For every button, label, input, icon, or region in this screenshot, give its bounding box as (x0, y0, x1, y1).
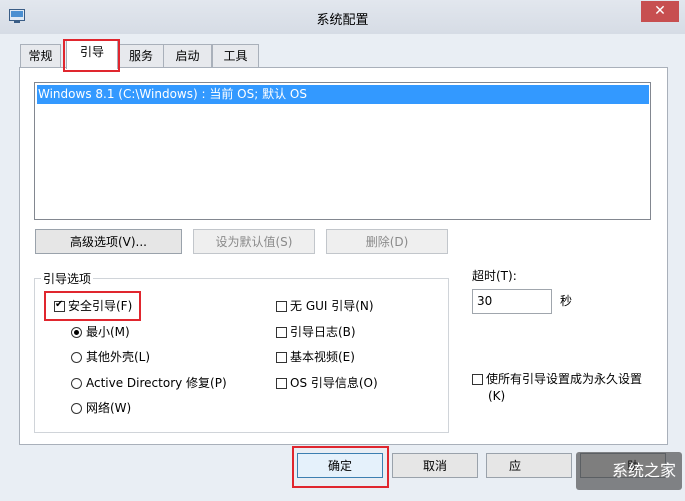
radio-minimal-label: 最小(M) (86, 325, 130, 339)
checkbox-icon (276, 378, 287, 389)
set-default-button[interactable]: 设为默认值(S) (193, 229, 315, 254)
boot-log-checkbox[interactable]: 引导日志(B) (276, 324, 356, 340)
base-video-label: 基本视频(E) (290, 350, 355, 364)
highlight-ok-button (292, 446, 389, 488)
cancel-button[interactable]: 取消 (392, 453, 478, 478)
timeout-unit: 秒 (560, 294, 573, 308)
os-boot-info-checkbox[interactable]: OS 引导信息(O) (276, 375, 378, 391)
radio-alternate-shell[interactable]: 其他外壳(L) (71, 349, 150, 365)
tab-services[interactable]: 服务 (118, 44, 164, 68)
timeout-label: 超时(T): (472, 269, 517, 283)
radio-active-directory-label: Active Directory 修复(P) (86, 376, 227, 390)
highlight-safe-boot (44, 291, 141, 321)
checkbox-icon (276, 352, 287, 363)
radio-minimal[interactable]: 最小(M) (71, 324, 130, 340)
radio-icon (71, 378, 82, 389)
advanced-options-button[interactable]: 高级选项(V)... (35, 229, 182, 254)
title-bar: 系统配置 ✕ (0, 0, 685, 34)
radio-selected-icon (71, 327, 82, 338)
watermark: 系统之家 (576, 452, 682, 490)
radio-alternate-shell-label: 其他外壳(L) (86, 350, 151, 364)
radio-active-directory[interactable]: Active Directory 修复(P) (71, 375, 227, 391)
radio-icon (71, 403, 82, 414)
close-icon: ✕ (654, 3, 666, 19)
checkbox-icon (472, 374, 483, 385)
window-title: 系统配置 (316, 13, 369, 28)
radio-icon (71, 352, 82, 363)
radio-network[interactable]: 网络(W) (71, 400, 131, 416)
highlight-boot-tab (63, 39, 120, 72)
boot-options-label: 引导选项 (41, 270, 94, 287)
make-permanent-label: 使所有引导设置成为永久设置 (486, 372, 643, 386)
tab-general[interactable]: 常规 (20, 44, 61, 68)
close-button[interactable]: ✕ (641, 1, 679, 22)
make-permanent-checkbox[interactable]: 使所有引导设置成为永久设置 (472, 371, 642, 387)
os-list[interactable]: Windows 8.1 (C:\Windows) : 当前 OS; 默认 OS (34, 82, 651, 220)
os-list-item[interactable]: Windows 8.1 (C:\Windows) : 当前 OS; 默认 OS (37, 85, 649, 104)
radio-network-label: 网络(W) (86, 401, 132, 415)
apply-button[interactable]: 应 (486, 453, 572, 478)
no-gui-boot-label: 无 GUI 引导(N) (290, 299, 374, 313)
base-video-checkbox[interactable]: 基本视频(E) (276, 349, 355, 365)
boot-log-label: 引导日志(B) (290, 325, 356, 339)
tab-startup[interactable]: 启动 (163, 44, 212, 68)
checkbox-icon (276, 327, 287, 338)
tab-tools[interactable]: 工具 (212, 44, 259, 68)
make-permanent-accel: (K) (488, 389, 506, 403)
delete-button[interactable]: 删除(D) (326, 229, 448, 254)
timeout-input[interactable]: 30 (472, 289, 552, 314)
checkbox-icon (276, 301, 287, 312)
no-gui-boot-checkbox[interactable]: 无 GUI 引导(N) (276, 298, 374, 314)
os-boot-info-label: OS 引导信息(O) (290, 376, 378, 390)
